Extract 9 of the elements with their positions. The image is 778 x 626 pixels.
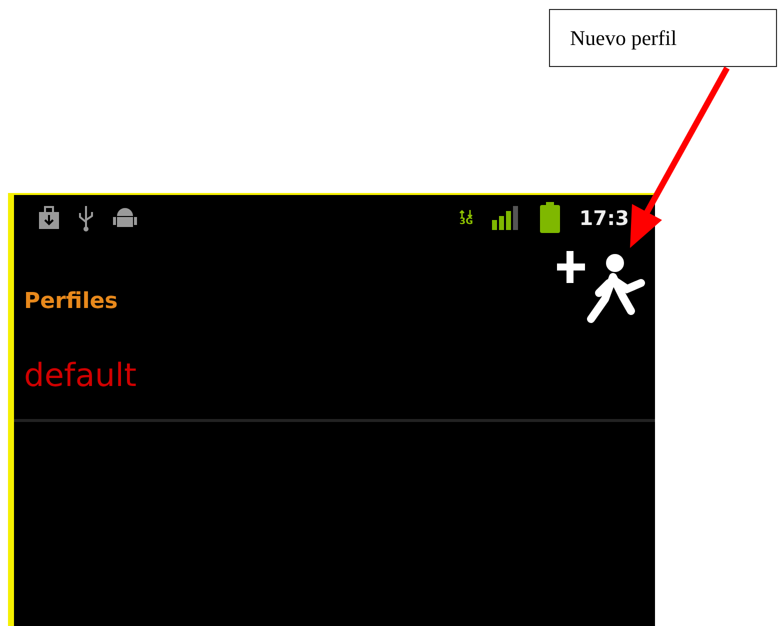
download-icon (38, 206, 60, 230)
profile-name[interactable]: default (24, 356, 137, 394)
status-time: 17:3 (579, 206, 629, 230)
battery-icon (539, 202, 562, 234)
network-type: 3G (459, 218, 474, 226)
callout-label: Nuevo perfil (549, 9, 777, 67)
data-arrows-icon (459, 210, 474, 218)
usb-icon (78, 204, 94, 232)
app-title: Perfiles (24, 288, 118, 314)
